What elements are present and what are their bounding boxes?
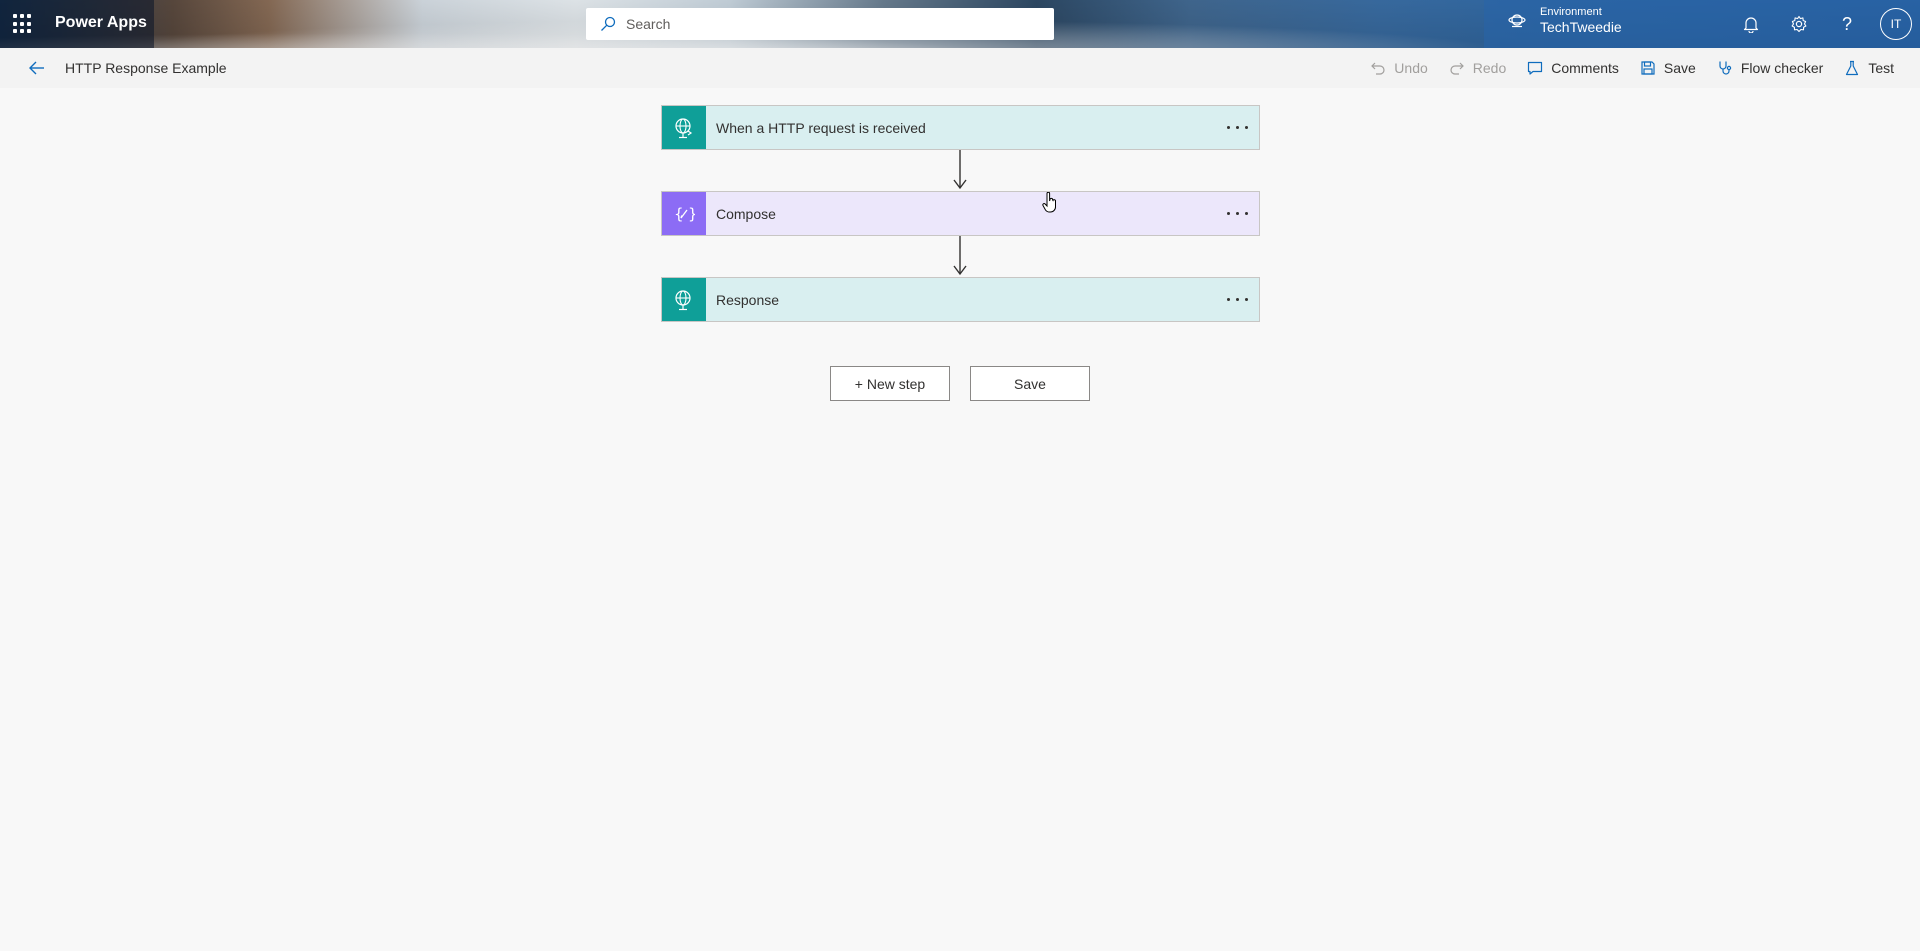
top-header: Power Apps Environment TechTweedie ? [0, 0, 1920, 48]
environment-label: Environment [1540, 6, 1602, 18]
step-title: Compose [716, 205, 776, 222]
test-label: Test [1868, 60, 1894, 76]
canvas-save-button[interactable]: Save [970, 366, 1090, 401]
flask-icon [1846, 60, 1859, 76]
search-icon [601, 16, 616, 31]
save-button[interactable]: Save [1640, 60, 1696, 76]
environment-name: TechTweedie [1540, 18, 1622, 35]
connector-arrow [953, 236, 967, 276]
step-title: When a HTTP request is received [716, 119, 926, 136]
app-launcher-waffle-icon[interactable] [13, 14, 33, 34]
redo-icon [1450, 62, 1464, 75]
step-title: Response [716, 291, 780, 308]
help-question-icon[interactable]: ? [1837, 14, 1857, 34]
flow-name: HTTP Response Example [65, 60, 227, 76]
new-step-button[interactable]: + New step [830, 366, 950, 401]
redo-label: Redo [1472, 60, 1507, 76]
more-options-icon[interactable] [1215, 106, 1259, 149]
step-card-compose[interactable]: { } Compose [661, 191, 1260, 236]
undo-label: Undo [1394, 60, 1428, 76]
save-label: Save [1663, 60, 1696, 76]
hand-pointer-cursor-icon [1042, 192, 1056, 213]
app-title[interactable]: Power Apps [55, 14, 147, 32]
command-bar: HTTP Response Example Undo Redo Comments [0, 48, 1920, 88]
back-arrow-icon[interactable] [28, 59, 46, 82]
step-card-response[interactable]: Response [661, 277, 1260, 322]
search-input[interactable] [626, 16, 1026, 32]
settings-gear-icon[interactable] [1789, 14, 1809, 34]
redo-button[interactable]: Redo [1449, 60, 1506, 76]
save-icon [1641, 61, 1655, 75]
globe-icon [662, 278, 706, 321]
comments-button[interactable]: Comments [1527, 60, 1619, 76]
svg-text:{: { [674, 205, 684, 223]
environment-picker[interactable]: Environment TechTweedie [1508, 6, 1622, 35]
undo-icon [1371, 62, 1385, 75]
globe-icon [662, 106, 706, 149]
search-box[interactable] [586, 8, 1054, 40]
notifications-bell-icon[interactable] [1741, 14, 1761, 34]
stethoscope-icon [1719, 61, 1732, 75]
more-options-icon[interactable] [1215, 192, 1259, 235]
comments-label: Comments [1551, 60, 1619, 76]
svg-text:}: } [688, 205, 695, 223]
step-card-http-trigger[interactable]: When a HTTP request is received [661, 105, 1260, 150]
compose-icon: { } [662, 192, 706, 235]
user-avatar[interactable]: IT [1880, 8, 1912, 40]
environment-icon [1508, 14, 1526, 28]
undo-button[interactable]: Undo [1370, 60, 1428, 76]
connector-arrow [953, 150, 967, 190]
test-button[interactable]: Test [1844, 60, 1894, 76]
flow-checker-label: Flow checker [1740, 60, 1824, 76]
more-options-icon[interactable] [1215, 278, 1259, 321]
command-actions: Undo Redo Comments Save Flow checker Tes… [1349, 48, 1894, 88]
flow-checker-button[interactable]: Flow checker [1717, 60, 1823, 76]
comment-icon [1528, 61, 1543, 75]
